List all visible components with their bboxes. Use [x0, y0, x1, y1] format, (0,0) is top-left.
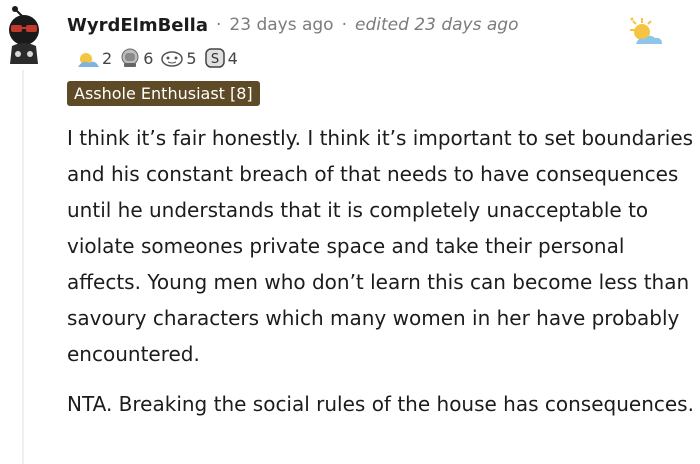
user-flair: Asshole Enthusiast [8] [67, 81, 260, 106]
rising-sun-award-icon [78, 53, 99, 67]
weather-icon [622, 14, 672, 54]
award-count: 5 [186, 48, 197, 68]
svg-text:S: S [210, 52, 218, 67]
silver-coin-award-icon: S [204, 48, 225, 68]
timestamp[interactable]: 23 days ago [229, 15, 333, 35]
award-count: 2 [102, 48, 113, 68]
award-silver[interactable]: S 4 [203, 47, 238, 69]
awards-row[interactable]: 2 6 5 S 4 [75, 46, 242, 70]
separator-dot: · [216, 15, 222, 35]
edited-timestamp: edited 23 days ago [355, 15, 519, 35]
snoo-award-icon [161, 51, 184, 67]
comment-header: WyrdElmBella · 23 days ago · edited 23 d… [67, 12, 518, 38]
award-rising-sun[interactable]: 2 [75, 47, 112, 69]
award-count: 4 [227, 48, 238, 68]
separator-dot: · [341, 15, 347, 35]
avatar[interactable] [2, 4, 46, 64]
comment-paragraph: I think it’s fair honestly. I think it’s… [67, 126, 694, 366]
award-count: 6 [143, 48, 154, 68]
username-link[interactable]: WyrdElmBella [67, 15, 208, 36]
award-facepalm[interactable]: 6 [118, 47, 153, 69]
award-snoo[interactable]: 5 [159, 47, 197, 69]
thread-line[interactable] [22, 70, 24, 464]
comment-paragraph: NTA. Breaking the social rules of the ho… [67, 392, 694, 416]
comment-body: I think it’s fair honestly. I think it’s… [67, 120, 699, 436]
snoo-avatar-icon [9, 6, 39, 64]
facepalm-award-icon [121, 48, 139, 67]
sun-cloud-icon [630, 17, 662, 44]
